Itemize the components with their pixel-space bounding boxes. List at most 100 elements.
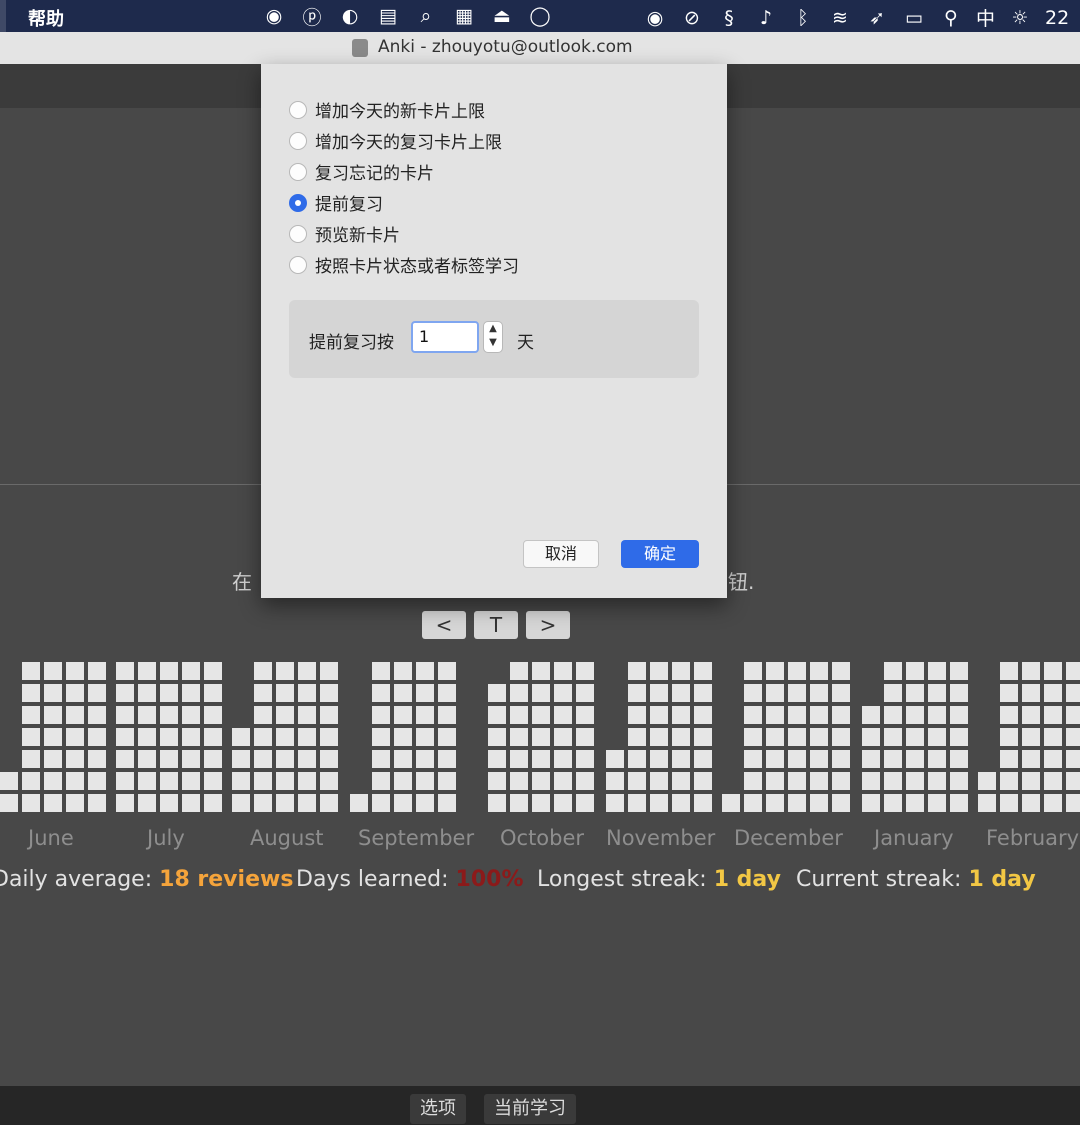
heatmap-day-cell[interactable] [606, 794, 624, 812]
prev-button[interactable]: < [422, 611, 466, 639]
heatmap-day-cell[interactable] [298, 772, 316, 790]
heatmap-day-cell[interactable] [744, 728, 762, 746]
heatmap-day-cell[interactable] [66, 706, 84, 724]
heatmap-day-cell[interactable] [950, 772, 968, 790]
heatmap-day-cell[interactable] [628, 684, 646, 702]
heatmap-day-cell[interactable] [1022, 706, 1040, 724]
heatmap-day-cell[interactable] [810, 750, 828, 768]
heatmap-day-cell[interactable] [88, 750, 106, 768]
heatmap-day-cell[interactable] [694, 706, 712, 724]
heatmap-day-cell[interactable] [694, 794, 712, 812]
heatmap-day-cell[interactable] [320, 684, 338, 702]
heatmap-day-cell[interactable] [182, 662, 200, 680]
heatmap-day-cell[interactable] [116, 772, 134, 790]
heatmap-day-cell[interactable] [416, 794, 434, 812]
heatmap-day-cell[interactable] [884, 772, 902, 790]
heatmap-day-cell[interactable] [22, 750, 40, 768]
heatmap-day-cell[interactable] [320, 772, 338, 790]
volume-icon[interactable]: ♪ [754, 6, 778, 30]
heatmap-day-cell[interactable] [204, 750, 222, 768]
heatmap-day-cell[interactable] [628, 728, 646, 746]
heatmap-day-cell[interactable] [1000, 662, 1018, 680]
heatmap-day-cell[interactable] [766, 794, 784, 812]
heatmap-day-cell[interactable] [606, 750, 624, 768]
heatmap-day-cell[interactable] [416, 662, 434, 680]
heatmap-day-cell[interactable] [906, 662, 924, 680]
input-method[interactable]: 中 [976, 4, 995, 31]
heatmap-day-cell[interactable] [650, 794, 668, 812]
heatmap-day-cell[interactable] [276, 772, 294, 790]
heatmap-day-cell[interactable] [650, 684, 668, 702]
heatmap-day-cell[interactable] [672, 706, 690, 724]
heatmap-day-cell[interactable] [532, 750, 550, 768]
heatmap-day-cell[interactable] [116, 728, 134, 746]
heatmap-day-cell[interactable] [788, 684, 806, 702]
heatmap-day-cell[interactable] [88, 662, 106, 680]
heatmap-day-cell[interactable] [906, 684, 924, 702]
heatmap-day-cell[interactable] [44, 794, 62, 812]
heatmap-day-cell[interactable] [1022, 750, 1040, 768]
days-stepper[interactable]: ▲ ▼ [483, 321, 503, 353]
heatmap-day-cell[interactable] [766, 662, 784, 680]
display-icon[interactable]: ▭ [902, 6, 926, 30]
heatmap-day-cell[interactable] [766, 728, 784, 746]
heatmap-day-cell[interactable] [978, 794, 996, 812]
heatmap-day-cell[interactable] [298, 662, 316, 680]
heatmap-day-cell[interactable] [298, 684, 316, 702]
heatmap-day-cell[interactable] [884, 794, 902, 812]
study-now-button[interactable]: 当前学习 [484, 1094, 576, 1124]
heatmap-day-cell[interactable] [232, 794, 250, 812]
heatmap-day-cell[interactable] [66, 662, 84, 680]
heatmap-day-cell[interactable] [510, 750, 528, 768]
heatmap-day-cell[interactable] [672, 684, 690, 702]
spotlight-icon[interactable]: ⚲ [939, 6, 963, 30]
heatmap-day-cell[interactable] [810, 728, 828, 746]
heatmap-day-cell[interactable] [182, 706, 200, 724]
today-button[interactable]: T [474, 611, 518, 639]
heatmap-day-cell[interactable] [438, 684, 456, 702]
heatmap-day-cell[interactable] [394, 794, 412, 812]
radio-button[interactable] [289, 131, 307, 150]
heatmap-day-cell[interactable] [160, 772, 178, 790]
heatmap-day-cell[interactable] [438, 772, 456, 790]
heatmap-day-cell[interactable] [0, 794, 18, 812]
heatmap-day-cell[interactable] [138, 684, 156, 702]
heatmap-day-cell[interactable] [1066, 684, 1080, 702]
heatmap-day-cell[interactable] [22, 684, 40, 702]
heatmap-day-cell[interactable] [488, 728, 506, 746]
heatmap-day-cell[interactable] [650, 728, 668, 746]
heatmap-day-cell[interactable] [744, 706, 762, 724]
heatmap-day-cell[interactable] [722, 794, 740, 812]
option-increase-review-limit[interactable]: 增加今天的复习卡片上限 [289, 128, 502, 153]
heatmap-day-cell[interactable] [138, 750, 156, 768]
heatmap-day-cell[interactable] [44, 684, 62, 702]
heatmap-day-cell[interactable] [160, 794, 178, 812]
heatmap-day-cell[interactable] [928, 684, 946, 702]
heatmap-day-cell[interactable] [116, 794, 134, 812]
heatmap-day-cell[interactable] [372, 772, 390, 790]
heatmap-day-cell[interactable] [232, 772, 250, 790]
heatmap-day-cell[interactable] [276, 662, 294, 680]
heatmap-day-cell[interactable] [138, 662, 156, 680]
heatmap-day-cell[interactable] [978, 772, 996, 790]
cancel-button[interactable]: 取消 [523, 540, 599, 568]
heatmap-day-cell[interactable] [116, 750, 134, 768]
heatmap-day-cell[interactable] [628, 706, 646, 724]
option-review-forgotten[interactable]: 复习忘记的卡片 [289, 159, 434, 184]
heatmap-day-cell[interactable] [628, 772, 646, 790]
heatmap-day-cell[interactable] [438, 750, 456, 768]
heatmap-day-cell[interactable] [138, 728, 156, 746]
heatmap-day-cell[interactable] [862, 728, 880, 746]
option-review-ahead[interactable]: 提前复习 [289, 190, 383, 215]
heatmap-day-cell[interactable] [182, 772, 200, 790]
heatmap-day-cell[interactable] [694, 772, 712, 790]
heatmap-day-cell[interactable] [66, 794, 84, 812]
radio-button-selected[interactable] [289, 193, 307, 212]
next-button[interactable]: > [526, 611, 570, 639]
heatmap-day-cell[interactable] [510, 728, 528, 746]
heatmap-day-cell[interactable] [254, 728, 272, 746]
heatmap-day-cell[interactable] [928, 706, 946, 724]
heatmap-day-cell[interactable] [510, 662, 528, 680]
review-ahead-days-input[interactable]: 1 [411, 321, 479, 353]
heatmap-day-cell[interactable] [532, 706, 550, 724]
